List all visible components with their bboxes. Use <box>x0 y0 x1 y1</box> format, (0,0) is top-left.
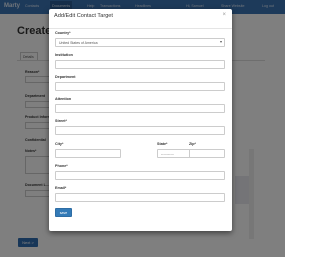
street-input[interactable] <box>55 126 225 135</box>
department-input[interactable] <box>55 82 225 91</box>
modal-header: Add/Edit Contact Target × <box>49 9 232 29</box>
state-value: ----------- <box>161 152 174 156</box>
modal-title: Add/Edit Contact Target <box>54 13 113 19</box>
email-input[interactable] <box>55 193 225 202</box>
country-label: Country* <box>55 31 71 35</box>
city-input[interactable] <box>55 149 121 158</box>
department-label: Department <box>55 75 76 79</box>
zip-input[interactable] <box>189 149 225 158</box>
city-label: City* <box>55 142 64 146</box>
attention-label: Attention <box>55 97 72 101</box>
state-label: State* <box>157 142 168 146</box>
attention-input[interactable] <box>55 104 225 113</box>
email-label: Email* <box>55 186 67 190</box>
save-button[interactable]: save <box>55 208 72 217</box>
institution-input[interactable] <box>55 60 225 69</box>
institution-label: Institution <box>55 53 73 57</box>
street-label: Street* <box>55 119 67 123</box>
phone-label: Phone* <box>55 164 68 168</box>
phone-input[interactable] <box>55 171 225 180</box>
close-icon[interactable]: × <box>222 12 226 18</box>
country-select[interactable]: United States of America <box>55 38 225 47</box>
country-value: United States of America <box>59 41 98 45</box>
zip-label: Zip* <box>189 142 196 146</box>
contact-target-modal: Add/Edit Contact Target × Country* Unite… <box>49 9 232 231</box>
